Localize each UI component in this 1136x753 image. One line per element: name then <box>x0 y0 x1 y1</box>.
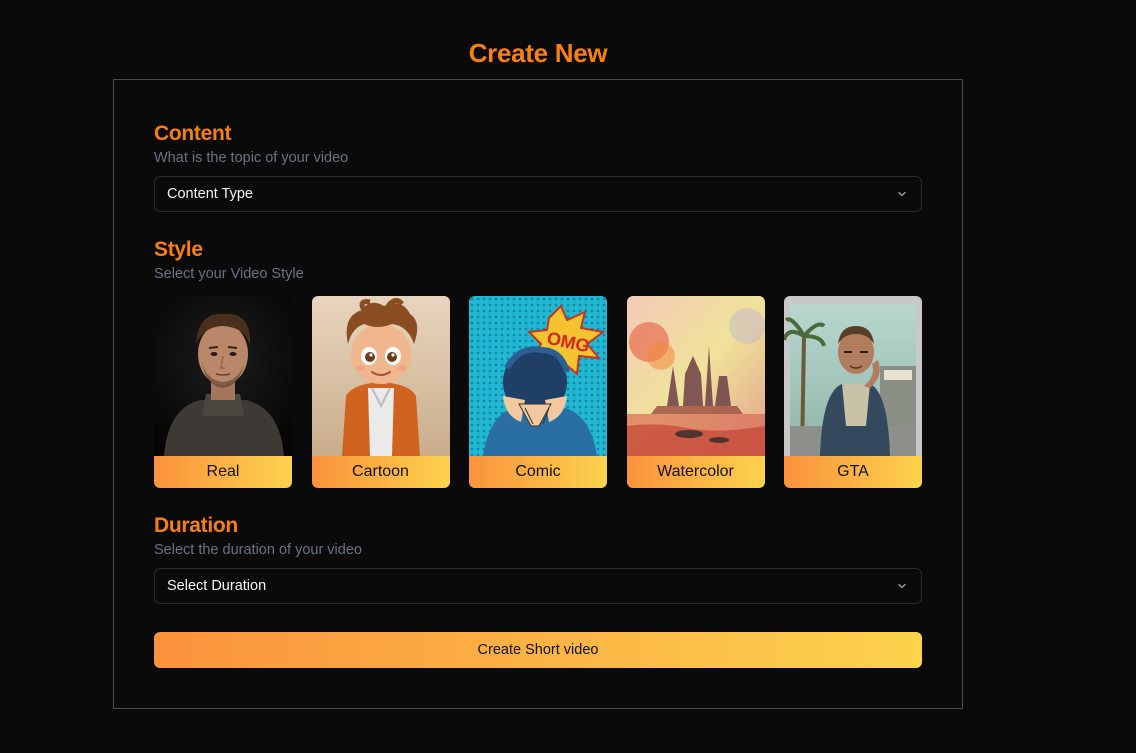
duration-select[interactable]: Select Duration <box>154 568 922 604</box>
style-option-label: GTA <box>784 456 922 488</box>
page-title: Create New <box>468 38 608 68</box>
style-options: Real Cartoon OMG Comic Watercolor GTA <box>154 296 922 488</box>
style-option-label: Cartoon <box>311 456 450 488</box>
create-form-panel: Content What is the topic of your video … <box>113 79 963 709</box>
style-option-label: Comic <box>469 456 607 488</box>
create-short-video-button[interactable]: Create Short video <box>154 632 922 668</box>
style-option-watercolor[interactable]: Watercolor <box>626 296 765 488</box>
real-style-image <box>154 296 292 456</box>
style-option-gta[interactable]: GTA <box>784 296 922 488</box>
content-section-subtitle: What is the topic of your video <box>154 150 349 166</box>
duration-section-title: Duration <box>154 514 238 537</box>
comic-style-image: OMG <box>469 296 607 456</box>
cartoon-style-image <box>311 296 450 456</box>
style-option-real[interactable]: Real <box>154 296 292 488</box>
chevron-down-icon <box>895 579 909 593</box>
style-section-subtitle: Select your Video Style <box>154 266 304 282</box>
style-option-cartoon[interactable]: Cartoon <box>311 296 450 488</box>
style-option-label: Real <box>154 456 292 488</box>
chevron-down-icon <box>895 187 909 201</box>
content-type-select-value: Content Type <box>167 186 253 202</box>
watercolor-style-image <box>626 296 765 456</box>
duration-section-subtitle: Select the duration of your video <box>154 542 362 558</box>
gta-style-image <box>784 296 922 456</box>
style-option-label: Watercolor <box>626 456 765 488</box>
content-type-select[interactable]: Content Type <box>154 176 922 212</box>
duration-select-value: Select Duration <box>167 578 267 594</box>
content-section-title: Content <box>154 122 232 145</box>
style-section-title: Style <box>154 238 203 261</box>
style-option-comic[interactable]: OMG Comic <box>469 296 607 488</box>
